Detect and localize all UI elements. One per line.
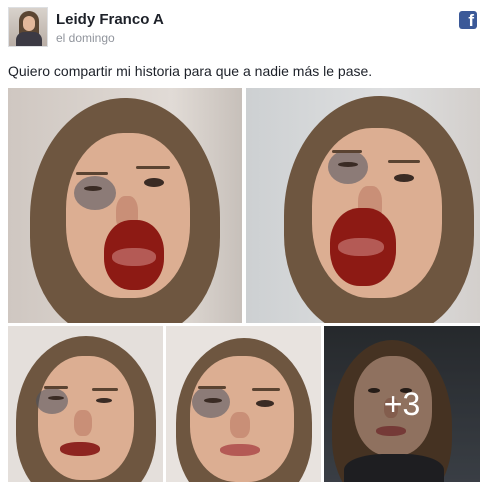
photo-tile-2[interactable] xyxy=(246,88,480,323)
author-avatar[interactable] xyxy=(8,7,48,47)
photo-brow-left xyxy=(332,150,362,153)
photo-brow-left xyxy=(44,386,68,389)
photo-nose xyxy=(74,410,92,436)
photo-tile-4[interactable] xyxy=(166,326,321,482)
photo-brow-right xyxy=(136,166,170,169)
photo-nose xyxy=(230,412,250,438)
photo-eye-right xyxy=(96,398,112,403)
photo-lips xyxy=(112,248,156,266)
photo-brow-right xyxy=(252,388,280,391)
photo-lips xyxy=(338,238,384,256)
photo-lips xyxy=(60,442,100,456)
more-photos-count[interactable]: +3 xyxy=(324,326,480,482)
photo-bruise xyxy=(36,388,68,414)
photo-brow-right xyxy=(388,160,420,163)
author-name[interactable]: Leidy Franco A xyxy=(56,11,164,28)
photo-eye-left xyxy=(48,396,64,400)
photo-eye-right xyxy=(144,178,164,187)
photo-eye-left xyxy=(204,398,222,403)
photo-brow-left xyxy=(76,172,108,175)
post-message: Quiero compartir mi historia para que a … xyxy=(8,63,373,79)
facebook-icon[interactable] xyxy=(459,11,477,31)
photo-brow-right xyxy=(92,388,118,391)
photo-brow-left xyxy=(198,386,226,389)
photo-bruise xyxy=(74,176,116,210)
post-header: Leidy Franco A el domingo xyxy=(0,0,488,56)
photo-tile-1[interactable] xyxy=(8,88,242,323)
photo-eye-right xyxy=(394,174,414,182)
photo-tile-5[interactable]: +3 xyxy=(324,326,480,482)
avatar-face xyxy=(23,16,35,31)
photo-bruise xyxy=(328,150,368,184)
photo-eye-left xyxy=(338,162,358,167)
post-timestamp[interactable]: el domingo xyxy=(56,31,115,45)
photo-lips xyxy=(220,444,260,456)
avatar-body xyxy=(16,32,42,46)
photo-eye-left xyxy=(84,186,102,191)
photo-eye-right xyxy=(256,400,274,407)
photo-tile-3[interactable] xyxy=(8,326,163,482)
